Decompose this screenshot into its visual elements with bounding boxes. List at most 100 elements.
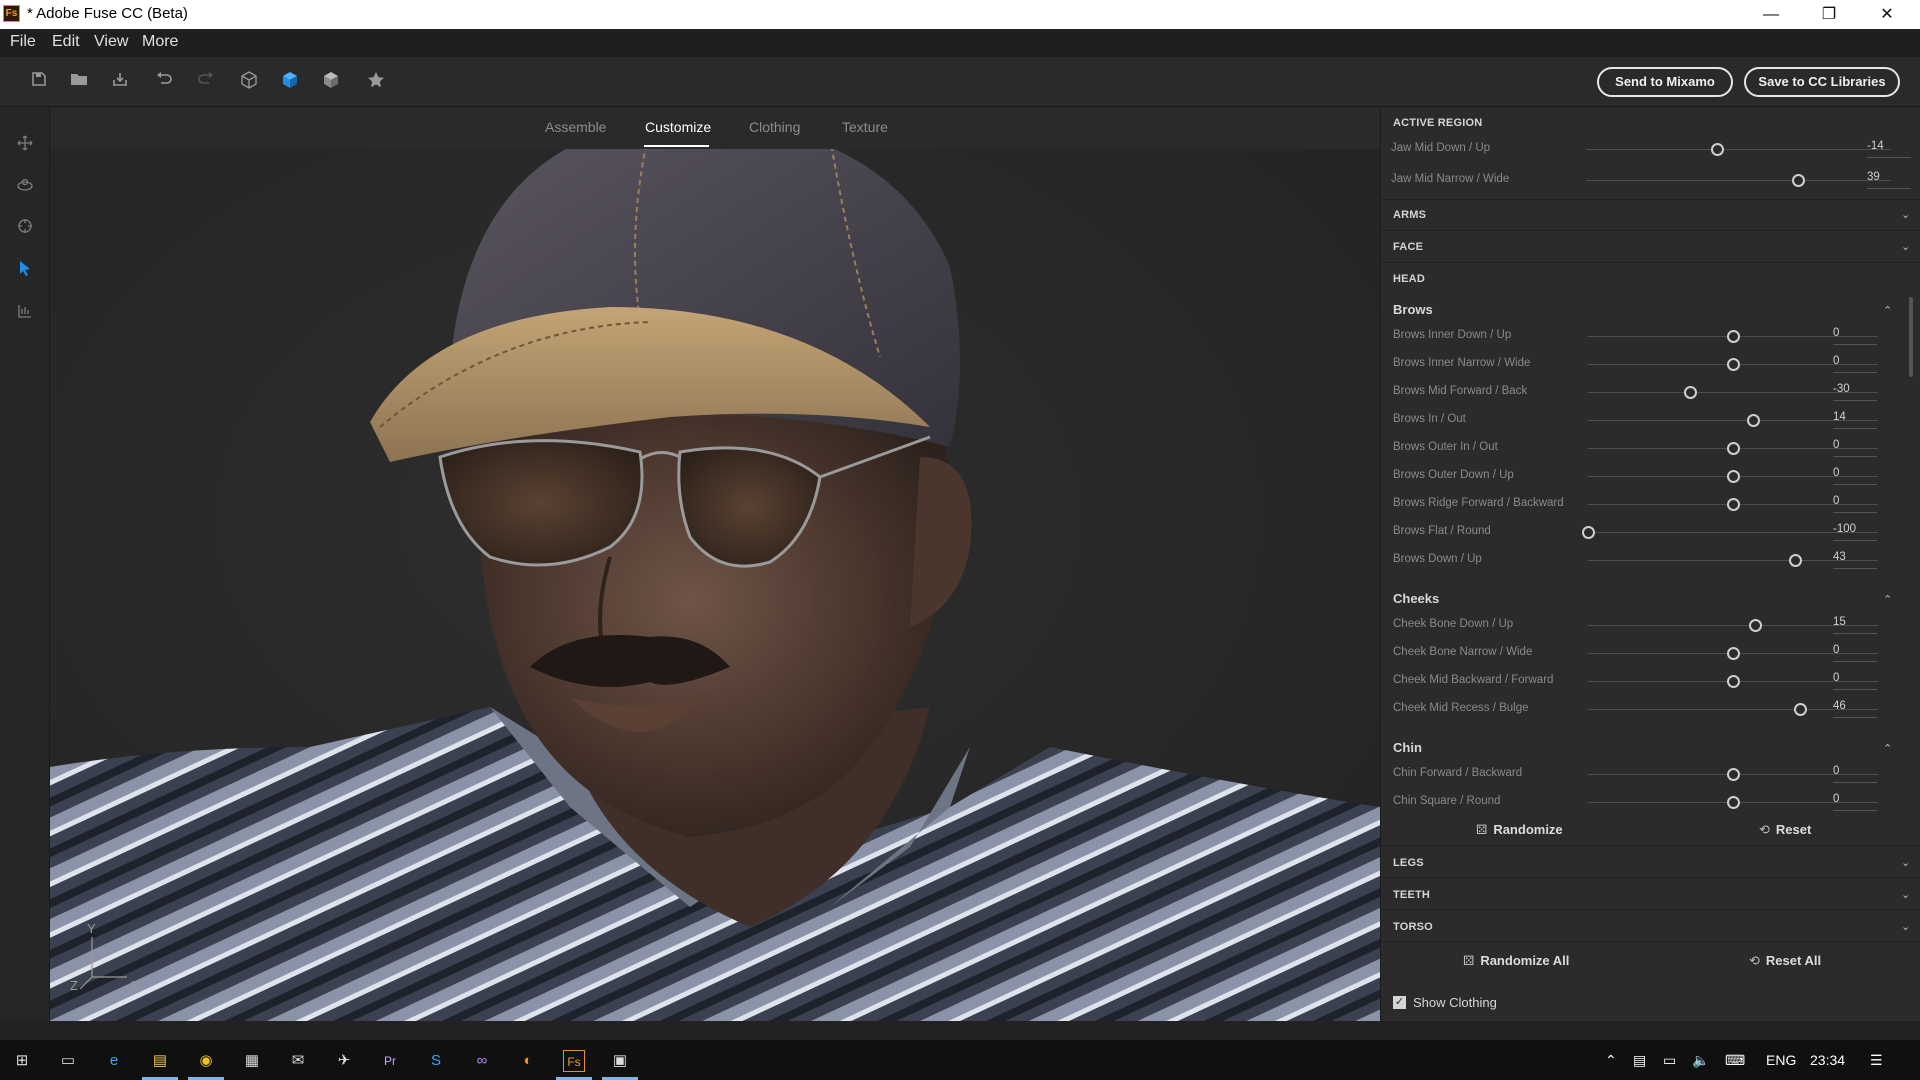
group-title[interactable]: Cheeks — [1393, 591, 1439, 606]
slider-handle[interactable] — [1727, 796, 1740, 809]
reset-all-button[interactable]: ⟲ Reset All — [1749, 953, 1821, 969]
redo-icon[interactable] — [196, 71, 216, 91]
menu-more[interactable]: More — [142, 33, 178, 51]
keyboard-icon[interactable]: ⌨ — [1725, 1052, 1745, 1069]
slider-handle[interactable] — [1727, 768, 1740, 781]
slider-value-field[interactable]: 0 — [1833, 467, 1877, 485]
chevron-down-icon[interactable]: ⌄ — [1901, 208, 1910, 221]
slider-value-field[interactable]: 0 — [1833, 765, 1877, 783]
slider-handle[interactable] — [1727, 470, 1740, 483]
fuse-icon[interactable]: Fs — [563, 1050, 585, 1072]
wireframe-cube-icon[interactable] — [239, 71, 259, 91]
tab-clothing[interactable]: Clothing — [749, 119, 800, 135]
store-icon[interactable]: ▦ — [241, 1050, 263, 1072]
section-teeth[interactable]: TEETH — [1393, 889, 1430, 901]
section-head[interactable]: HEAD — [1393, 273, 1425, 285]
save-to-cc-libraries-button[interactable]: Save to CC Libraries — [1744, 67, 1900, 97]
slider-value-field[interactable]: 0 — [1833, 355, 1877, 373]
menu-file[interactable]: File — [10, 33, 36, 51]
slider-value-field[interactable]: 14 — [1833, 411, 1877, 429]
3d-viewport[interactable]: Assemble Customize Clothing Texture Y Z … — [50, 107, 1380, 1021]
slider-value-field[interactable]: 39 — [1867, 171, 1911, 189]
group-title[interactable]: Brows — [1393, 302, 1433, 317]
group-title[interactable]: Chin — [1393, 740, 1422, 755]
slider-handle[interactable] — [1727, 498, 1740, 511]
slider-value-field[interactable]: 0 — [1833, 672, 1877, 690]
undo-icon[interactable] — [154, 71, 174, 91]
slider-value-field[interactable]: 0 — [1833, 327, 1877, 345]
chevron-up-icon[interactable]: ⌃ — [1883, 593, 1892, 606]
slider-value-field[interactable]: 0 — [1833, 644, 1877, 662]
slider-handle[interactable] — [1789, 554, 1803, 567]
chevron-down-icon[interactable]: ⌄ — [1901, 920, 1910, 933]
file-explorer-icon[interactable]: ▤ — [149, 1050, 171, 1072]
photos-icon[interactable]: ▣ — [609, 1050, 631, 1072]
chevron-down-icon[interactable]: ⌄ — [1901, 240, 1910, 253]
character-render[interactable] — [50, 107, 1380, 1021]
slider-value-field[interactable]: 46 — [1833, 700, 1877, 718]
reset-button[interactable]: ⟲ Reset — [1759, 822, 1811, 838]
tab-texture[interactable]: Texture — [842, 119, 888, 135]
slider-value-field[interactable]: 0 — [1833, 793, 1877, 811]
volume-icon[interactable]: 🔈 — [1692, 1052, 1709, 1069]
textured-cube-icon[interactable] — [321, 71, 341, 91]
slider-handle[interactable] — [1747, 414, 1761, 427]
target-icon[interactable] — [15, 218, 35, 238]
slider-value-field[interactable]: -30 — [1833, 383, 1877, 401]
close-button[interactable]: ✕ — [1864, 0, 1910, 29]
windows-start-icon[interactable]: ⊞ — [11, 1050, 33, 1072]
chevron-up-icon[interactable]: ⌃ — [1883, 742, 1892, 755]
tab-assemble[interactable]: Assemble — [545, 119, 606, 135]
media-app-icon[interactable]: ✈ — [333, 1050, 355, 1072]
slider-handle[interactable] — [1683, 386, 1697, 399]
outlook-icon[interactable]: ✉ — [287, 1050, 309, 1072]
slider-value-field[interactable]: 0 — [1833, 439, 1877, 457]
slider-value-field[interactable]: -100 — [1833, 523, 1877, 541]
chevron-up-icon[interactable]: ⌃ — [1605, 1052, 1617, 1069]
network-icon[interactable]: ▤ — [1633, 1052, 1646, 1069]
menu-view[interactable]: View — [94, 33, 128, 51]
slider-handle[interactable] — [1727, 358, 1740, 371]
slider-handle[interactable] — [1727, 330, 1740, 343]
blender-icon[interactable]: ◐ — [517, 1050, 539, 1072]
slider-handle[interactable] — [1727, 442, 1740, 455]
slider-handle[interactable] — [1727, 675, 1740, 688]
premiere-icon[interactable]: Pr — [379, 1050, 401, 1072]
pan-icon[interactable] — [15, 135, 35, 155]
slider-track[interactable] — [1586, 180, 1891, 181]
visual-studio-icon[interactable]: ∞ — [471, 1050, 493, 1072]
save-icon[interactable] — [29, 71, 49, 91]
slider-track[interactable] — [1586, 149, 1891, 150]
measure-icon[interactable] — [15, 303, 35, 323]
task-view-icon[interactable]: ▭ — [57, 1050, 79, 1072]
language-indicator[interactable]: ENG — [1766, 1052, 1796, 1068]
randomize-all-button[interactable]: ⚄ Randomize All — [1463, 953, 1569, 969]
send-to-mixamo-button[interactable]: Send to Mixamo — [1597, 67, 1733, 97]
slider-handle[interactable] — [1711, 143, 1725, 156]
skype-icon[interactable]: S — [425, 1050, 447, 1072]
maximize-button[interactable]: ❐ — [1806, 0, 1852, 29]
slider-handle[interactable] — [1793, 703, 1807, 716]
slider-value-field[interactable]: -14 — [1867, 140, 1911, 158]
chevron-down-icon[interactable]: ⌄ — [1901, 888, 1910, 901]
slider-handle[interactable] — [1582, 526, 1595, 539]
section-legs[interactable]: LEGS — [1393, 857, 1424, 869]
slider-value-field[interactable]: 0 — [1833, 495, 1877, 513]
battery-icon[interactable]: ▭ — [1663, 1052, 1676, 1069]
slider-handle[interactable] — [1748, 619, 1762, 632]
randomize-button[interactable]: ⚄ Randomize — [1476, 822, 1563, 838]
panel-scrollbar[interactable] — [1909, 297, 1913, 377]
slider-handle[interactable] — [1727, 647, 1740, 660]
slider-value-field[interactable]: 15 — [1833, 616, 1877, 634]
slider-handle[interactable] — [1791, 174, 1805, 187]
select-pointer-icon[interactable] — [15, 260, 35, 280]
minimize-button[interactable]: — — [1748, 0, 1794, 29]
tab-customize[interactable]: Customize — [645, 119, 711, 135]
menu-edit[interactable]: Edit — [52, 33, 80, 51]
export-icon[interactable] — [110, 71, 130, 91]
section-arms[interactable]: ARMS — [1393, 209, 1426, 221]
solid-cube-icon[interactable] — [280, 71, 300, 91]
edge-browser-icon[interactable]: e — [103, 1050, 125, 1072]
chevron-up-icon[interactable]: ⌃ — [1883, 304, 1892, 317]
section-face[interactable]: FACE — [1393, 241, 1423, 253]
